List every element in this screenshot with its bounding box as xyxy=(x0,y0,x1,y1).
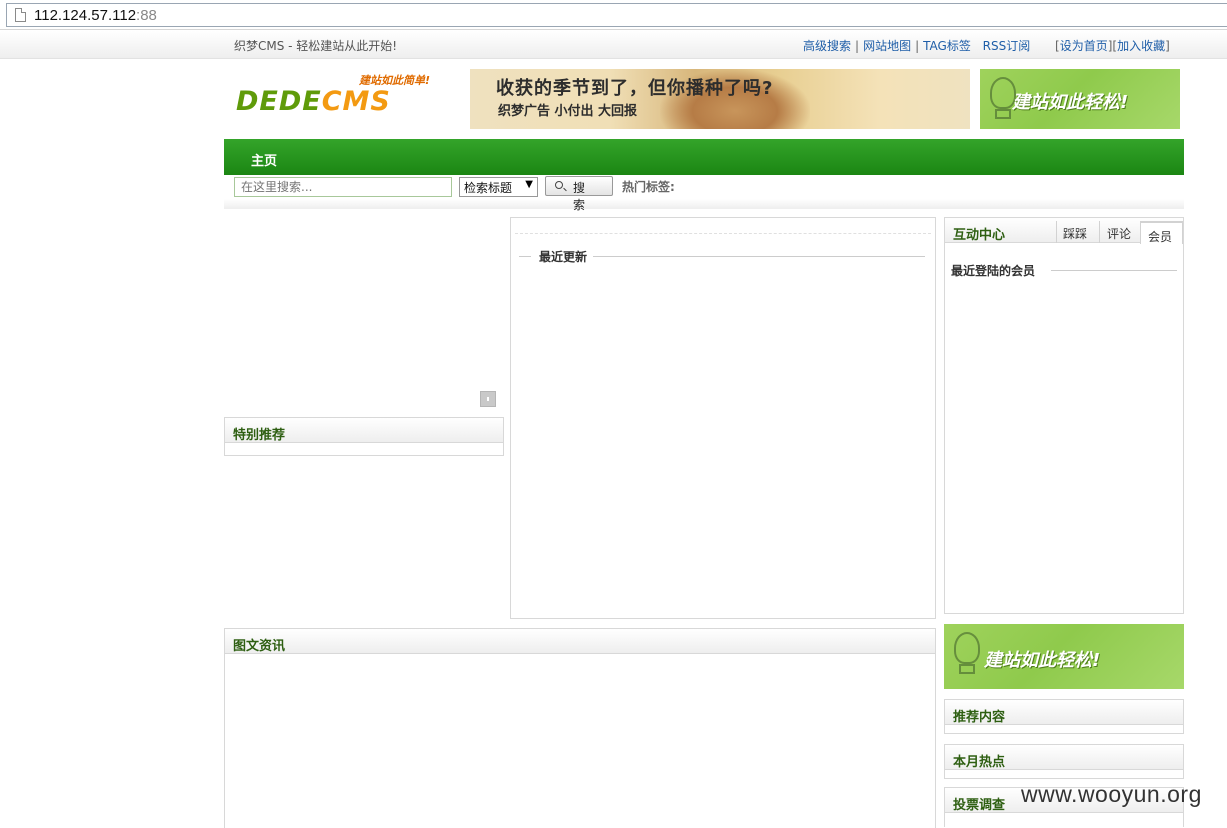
watermark-text: www.wooyun.org xyxy=(1021,781,1202,807)
slideshow-info-button[interactable] xyxy=(480,391,496,407)
logo-text: DEDECMS xyxy=(236,86,391,117)
bracket: ] xyxy=(1165,39,1170,53)
lightbulb-base-icon xyxy=(959,664,975,674)
recommended-content-panel: 推荐内容 xyxy=(944,699,1184,734)
search-button[interactable]: 搜 索 xyxy=(545,176,613,212)
dashed-divider xyxy=(515,233,931,234)
main-nav: 主页 xyxy=(224,139,1184,175)
tab-members[interactable]: 会员 xyxy=(1148,228,1172,245)
recent-members-title: 最近登陆的会员 xyxy=(951,264,1036,278)
center-content-panel: 最近更新 xyxy=(510,217,936,619)
side-ad-text: 建站如此轻松! xyxy=(984,650,1101,671)
nav-item-home[interactable]: 主页 xyxy=(251,150,277,169)
search-type-value: 检索标题 xyxy=(464,181,513,195)
interaction-center-panel: 互动中心 踩踩 评论 会员 最近登陆的会员 xyxy=(944,217,1184,614)
separator xyxy=(975,39,979,53)
welcome-text: 织梦CMS - 轻松建站从此开始! xyxy=(234,39,398,53)
monthly-hot-panel: 本月热点 xyxy=(944,744,1184,779)
recent-members-header: 最近登陆的会员 xyxy=(951,262,1177,278)
hot-tags-label: 热门标签: xyxy=(622,180,675,194)
banner-headline: 收获的季节到了，但你播种了吗? xyxy=(496,78,774,99)
tab-dig[interactable]: 踩踩 xyxy=(1063,225,1087,242)
tab-divider xyxy=(1056,221,1057,243)
separator: | xyxy=(855,39,860,53)
url-text: 112.124.57.112:88 xyxy=(34,7,157,24)
lightbulb-base-icon xyxy=(995,109,1011,119)
search-row: 检索标题 ▼ 搜 索 热门标签: xyxy=(224,175,1184,212)
url-field[interactable]: 112.124.57.112:88 xyxy=(6,3,1227,27)
url-port: :88 xyxy=(136,7,157,24)
panel-title: 特别推荐 xyxy=(233,428,286,443)
picture-news-panel: 图文资讯 xyxy=(224,628,936,828)
tag-link[interactable]: TAG标签 xyxy=(923,39,971,53)
panel-title: 图文资讯 xyxy=(233,639,286,654)
url-host: 112.124.57.112 xyxy=(34,7,137,24)
panel-header: 图文资讯 xyxy=(225,629,935,654)
advanced-search-link[interactable]: 高级搜索 xyxy=(803,39,851,53)
special-recommend-panel: 特别推荐 xyxy=(224,417,504,456)
panel-header: 特别推荐 xyxy=(225,418,503,443)
tab-comments[interactable]: 评论 xyxy=(1107,225,1131,242)
search-icon xyxy=(555,181,563,189)
panel-header: 推荐内容 xyxy=(945,700,1183,725)
set-homepage-link[interactable]: 设为首页 xyxy=(1060,39,1108,53)
logo-dede: DEDE xyxy=(236,86,322,117)
title-rule xyxy=(1051,270,1177,271)
side-ad-top[interactable]: 建站如此轻松! xyxy=(980,69,1180,129)
recent-updates-title: 最近更新 xyxy=(531,248,594,265)
banner-subline: 织梦广告 小付出 大回报 xyxy=(498,104,638,119)
dropdown-arrow-icon: ▼ xyxy=(525,179,533,190)
add-favorite-link[interactable]: 加入收藏 xyxy=(1117,39,1165,53)
search-button-label: 搜 索 xyxy=(573,181,590,212)
side-ad-text: 建站如此轻松! xyxy=(1012,92,1129,113)
search-type-select[interactable]: 检索标题 ▼ xyxy=(459,177,538,197)
logo-cms: CMS xyxy=(321,86,391,117)
site-logo[interactable]: 建站如此简单! DEDECMS xyxy=(234,72,450,124)
lightbulb-icon xyxy=(954,632,980,664)
top-strip: 织梦CMS - 轻松建站从此开始! 高级搜索 | 网站地图 | TAG标签 RSS订阅 … xyxy=(0,31,1227,59)
panel-title: 投票调查 xyxy=(953,798,1006,813)
search-input[interactable] xyxy=(234,177,452,197)
rss-link[interactable]: RSS订阅 xyxy=(983,39,1031,53)
side-ad-bottom[interactable]: 建站如此轻松! xyxy=(944,624,1184,689)
tab-divider xyxy=(1099,221,1100,243)
sitemap-link[interactable]: 网站地图 xyxy=(863,39,911,53)
browser-address-bar: 112.124.57.112:88 xyxy=(0,0,1227,30)
panel-title: 互动中心 xyxy=(953,228,1006,243)
panel-title: 推荐内容 xyxy=(953,710,1006,725)
panel-title: 本月热点 xyxy=(953,755,1006,770)
recent-updates-header: 最近更新 xyxy=(519,248,925,265)
top-links: 高级搜索 | 网站地图 | TAG标签 RSS订阅 xyxy=(803,37,1030,54)
home-fav-links: [设为首页][加入收藏] xyxy=(1055,37,1170,54)
separator: | xyxy=(915,39,920,53)
page-icon xyxy=(15,8,26,22)
header-banner-ad[interactable]: 收获的季节到了，但你播种了吗? 织梦广告 小付出 大回报 xyxy=(470,69,970,129)
panel-header: 本月热点 xyxy=(945,745,1183,770)
